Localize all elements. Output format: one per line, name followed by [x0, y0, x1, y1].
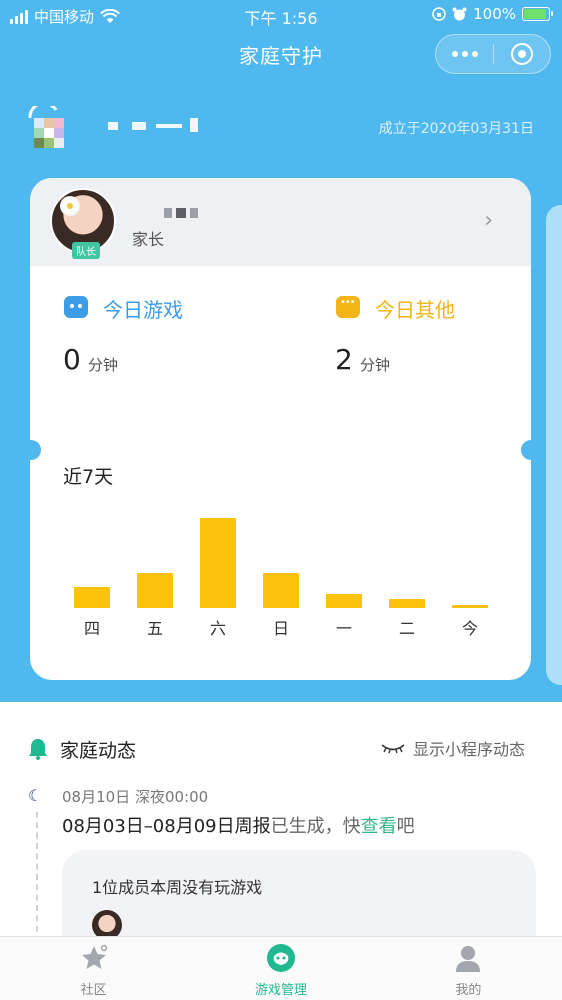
- flower-icon: [62, 198, 78, 214]
- member-header[interactable]: 队长 家长 ›: [30, 178, 531, 266]
- bar-3: [263, 573, 299, 608]
- tick-label-1: 五: [147, 619, 163, 638]
- tab-label: 社区: [80, 983, 107, 998]
- report-range: 08月03日–08月09日周报: [62, 816, 271, 837]
- other-chat-icon: [336, 296, 360, 318]
- founded-date: 成立于2020年03月31日: [378, 121, 534, 137]
- miniprogram-capsule: [435, 34, 551, 74]
- show-miniprogram-toggle[interactable]: 显示小程序动态: [413, 736, 525, 760]
- today-game-unit: 分钟: [88, 356, 119, 374]
- status-bar: 中国移动 下午 1:56 100%: [0, 0, 562, 30]
- tab-label: 我的: [455, 983, 482, 998]
- battery-icon: [522, 7, 553, 21]
- tick-label-5: 二: [399, 619, 415, 638]
- chart-title: 近7天: [63, 466, 114, 488]
- today-game-label: 今日游戏: [103, 298, 183, 322]
- profile-icon: [456, 946, 481, 972]
- moon-icon: ☾: [28, 786, 43, 805]
- tab-bar: 社区 游戏管理 我的: [0, 936, 562, 1000]
- bar-6: [452, 605, 488, 608]
- member-card[interactable]: 队长 家长 › 今日游戏 0 分钟 今日其他 2 分钟 近7天 四 五 六 日 一 二 今: [30, 178, 531, 680]
- tab-community[interactable]: 社区: [0, 937, 187, 1000]
- captain-badge: 队长: [72, 242, 100, 259]
- today-other-unit: 分钟: [360, 356, 391, 374]
- weekly-report-text: 08月03日–08月09日周报已生成，快查看吧: [62, 812, 415, 838]
- tick-label-6: 今: [462, 619, 478, 638]
- game-management-icon: [266, 944, 295, 972]
- view-report-link[interactable]: 查看: [361, 816, 397, 837]
- report-status: 已生成，快: [270, 816, 361, 837]
- alarm-icon: [452, 7, 467, 20]
- feed-time: 08月10日 深夜00:00: [62, 788, 209, 806]
- game-robot-icon: [64, 296, 88, 318]
- today-game-value: 0: [63, 343, 81, 376]
- tick-label-3: 日: [273, 619, 289, 638]
- bar-0: [74, 587, 110, 608]
- today-other-label: 今日其他: [375, 298, 455, 322]
- family-name-redacted: [108, 118, 208, 134]
- tick-label-0: 四: [84, 619, 100, 638]
- family-feed: 家庭动态 显示小程序动态 ☾ 08月10日 深夜00:00 08月03日–08月…: [0, 702, 562, 960]
- close-miniprogram-icon[interactable]: [494, 43, 550, 65]
- tick-label-4: 一: [336, 619, 352, 638]
- more-icon[interactable]: [436, 51, 493, 57]
- next-card-peek[interactable]: [546, 205, 562, 685]
- tab-label: 游戏管理: [254, 983, 307, 998]
- community-icon: [81, 944, 107, 969]
- member-name-redacted: [164, 208, 200, 218]
- battery-percent: 100%: [473, 5, 516, 23]
- bar-2: [200, 518, 236, 608]
- tab-profile[interactable]: 我的: [375, 937, 562, 1000]
- report-suffix: 吧: [396, 816, 415, 837]
- timeline-line: [36, 812, 38, 942]
- eye-closed-icon[interactable]: [380, 742, 406, 754]
- bar-1: [137, 573, 173, 608]
- card-notch-left: [21, 440, 41, 460]
- report-card-message: 1位成员本周没有玩游戏: [92, 878, 263, 897]
- today-other-value: 2: [335, 343, 353, 376]
- bar-4: [326, 594, 362, 608]
- week-bar-chart: 四五六日一二今: [74, 518, 488, 638]
- tab-game-management[interactable]: 游戏管理: [187, 937, 374, 1000]
- bar-5: [389, 599, 425, 608]
- bell-icon: [29, 739, 47, 760]
- member-role: 家长: [132, 230, 165, 249]
- card-notch-right: [521, 440, 541, 460]
- tick-label-2: 六: [210, 619, 226, 638]
- orientation-lock-icon: [432, 7, 446, 21]
- feed-title: 家庭动态: [60, 740, 137, 762]
- chevron-right-icon[interactable]: ›: [484, 208, 493, 233]
- family-avatar[interactable]: [26, 101, 70, 156]
